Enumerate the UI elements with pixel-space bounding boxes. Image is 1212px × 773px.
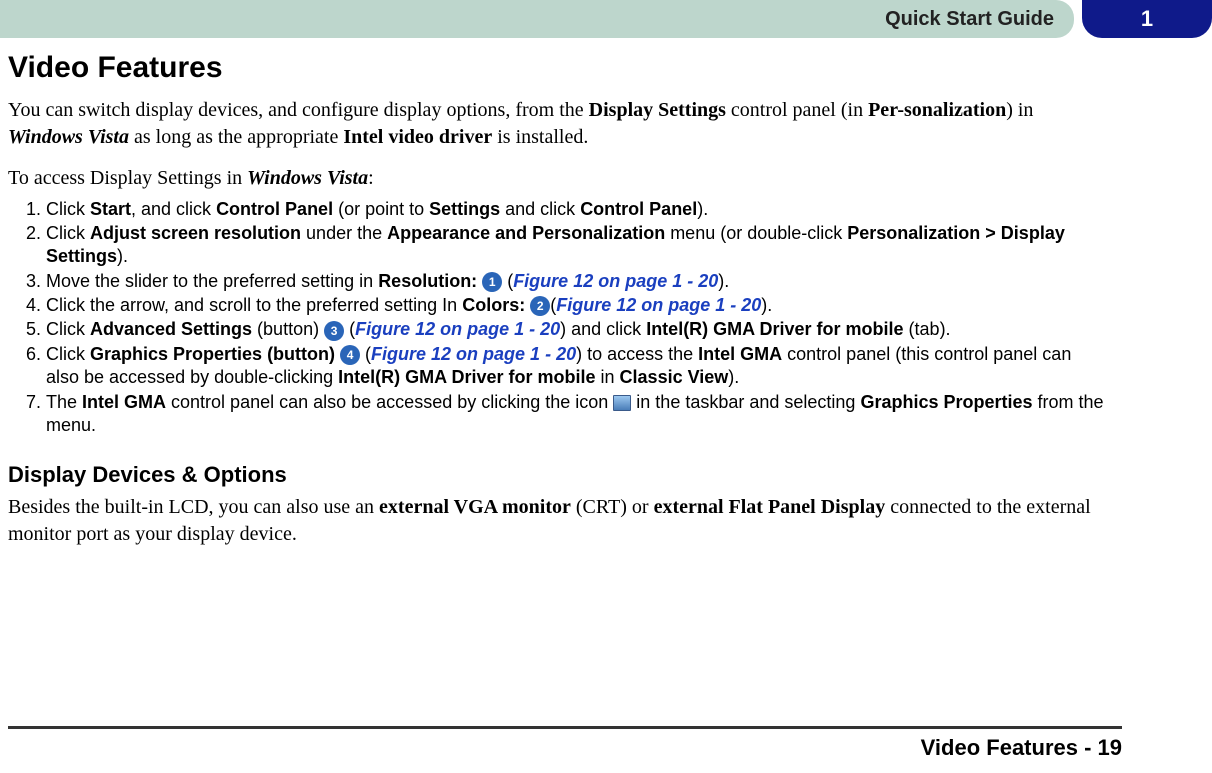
figure-ref[interactable]: Figure 12 on page 1 - 20 [556,295,761,315]
section-heading: Display Devices & Options [8,460,1108,490]
badge-1-icon: 1 [482,272,502,292]
list-item: Click Start, and click Control Panel (or… [46,198,1108,222]
list-item: Move the slider to the preferred setting… [46,270,1108,294]
badge-4-icon: 4 [340,345,360,365]
page-footer: Video Features - 19 [8,726,1122,763]
figure-ref[interactable]: Figure 12 on page 1 - 20 [513,271,718,291]
list-item: Click Adjust screen resolution under the… [46,222,1108,270]
list-item: The Intel GMA control panel can also be … [46,391,1108,439]
display-devices-paragraph: Besides the built-in LCD, you can also u… [8,494,1108,548]
chapter-number-tab: 1 [1082,0,1212,38]
page-title: Video Features [8,48,1108,89]
figure-ref[interactable]: Figure 12 on page 1 - 20 [355,319,560,339]
figure-ref[interactable]: Figure 12 on page 1 - 20 [371,344,576,364]
list-item: Click Advanced Settings (button) 3 (Figu… [46,318,1108,342]
taskbar-icon [613,395,631,411]
steps-list: Click Start, and click Control Panel (or… [8,198,1108,439]
chapter-title: Quick Start Guide [0,0,1074,38]
intro-paragraph: You can switch display devices, and conf… [8,97,1108,151]
access-heading: To access Display Settings in Windows Vi… [8,165,1108,192]
list-item: Click the arrow, and scroll to the prefe… [46,294,1108,318]
badge-2-icon: 2 [530,296,550,316]
badge-3-icon: 3 [324,321,344,341]
list-item: Click Graphics Properties (button) 4 (Fi… [46,343,1108,391]
